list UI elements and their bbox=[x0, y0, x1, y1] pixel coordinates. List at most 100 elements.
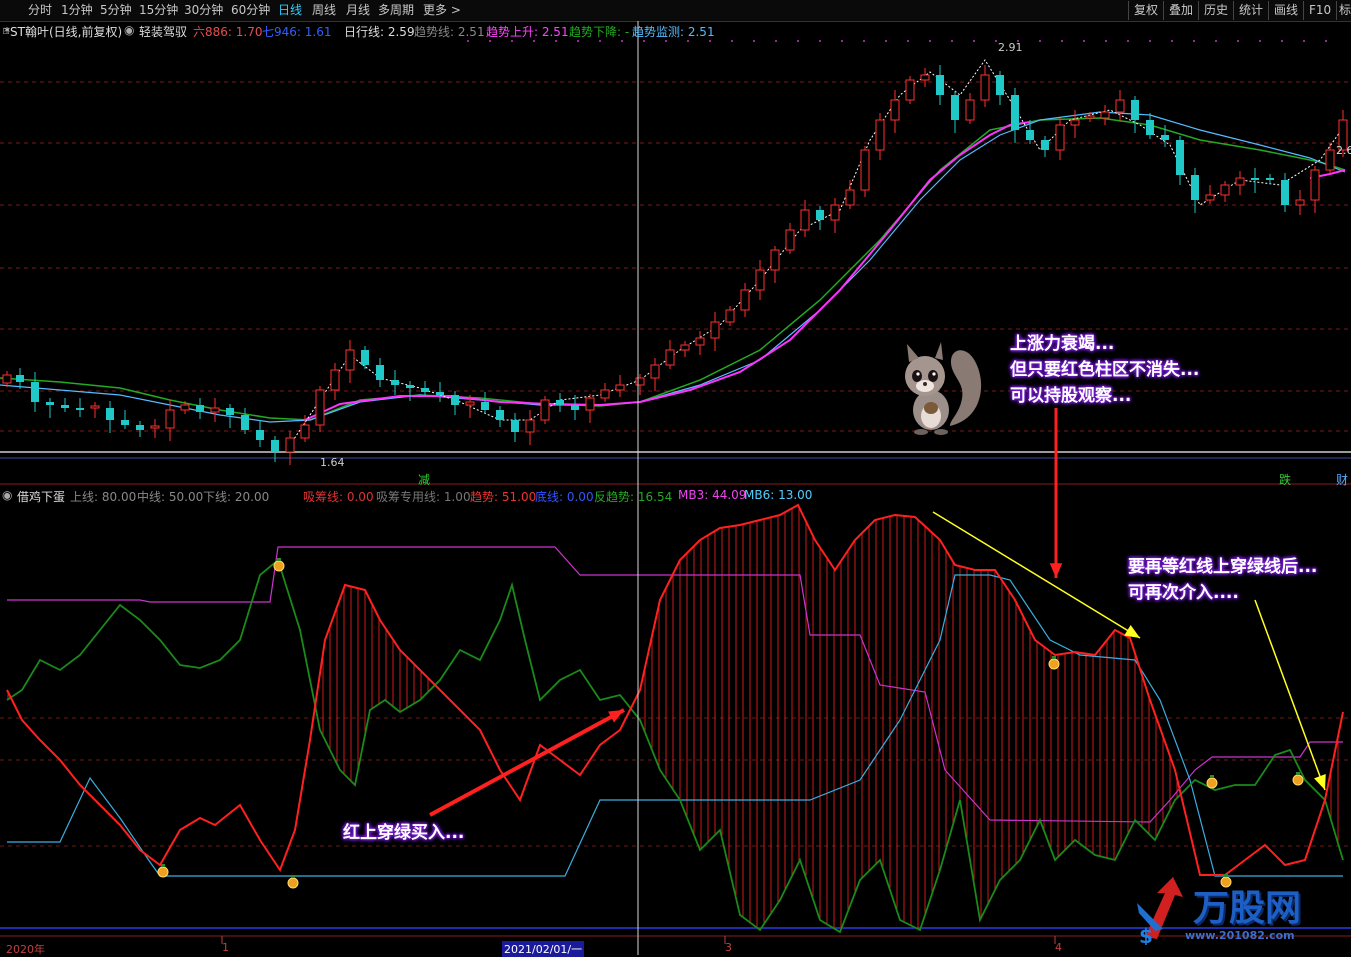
stock-title: *ST翰叶(日线,前复权) bbox=[4, 25, 123, 39]
sub-param: 中线: 50.00 bbox=[137, 490, 204, 504]
candle-body-down bbox=[376, 365, 384, 380]
signal-dot bbox=[1303, 40, 1305, 42]
ma-item: 趋势线: 2.51 bbox=[414, 25, 485, 39]
egg-stem bbox=[161, 864, 165, 867]
candle-body-up bbox=[980, 74, 990, 101]
candle-body-up bbox=[600, 389, 610, 399]
ma-item: 六886: 1.70 bbox=[193, 25, 263, 39]
ma-item: 趋势监测: 2.51 bbox=[632, 25, 715, 39]
candle-body-up bbox=[770, 249, 780, 271]
kline-chart-area[interactable] bbox=[0, 0, 1351, 955]
signal-dot bbox=[819, 40, 821, 42]
sub-indicator-name[interactable]: 借鸡下蛋 bbox=[17, 488, 65, 505]
candle-body-down bbox=[481, 402, 489, 410]
squirrel-icon bbox=[905, 342, 982, 435]
candle-body-up bbox=[845, 189, 855, 206]
sub-param: MB6: 13.00 bbox=[744, 488, 813, 502]
candle-body-down bbox=[31, 382, 39, 402]
candle-body-down bbox=[1011, 95, 1019, 130]
mb6-line bbox=[7, 574, 1343, 877]
signal-dot bbox=[1259, 40, 1261, 42]
candle-body-up bbox=[1100, 111, 1110, 119]
signal-dot bbox=[1105, 40, 1107, 42]
candle-body-down bbox=[76, 408, 84, 410]
candle-body-up bbox=[615, 384, 625, 391]
gold-egg-icon bbox=[157, 866, 169, 878]
signal-dot bbox=[1193, 40, 1195, 42]
sub-param: MB3: 44.09 bbox=[678, 488, 747, 502]
candle-body-down bbox=[1191, 175, 1199, 200]
candle-body-down bbox=[951, 95, 959, 120]
candle-body-down bbox=[256, 430, 264, 440]
candle-body-up bbox=[90, 405, 100, 409]
signal-dot bbox=[511, 40, 513, 42]
signal-dot bbox=[687, 40, 689, 42]
signal-dot bbox=[467, 40, 469, 42]
candle-body-up bbox=[2, 374, 12, 384]
time-axis-label: 1 bbox=[222, 941, 229, 954]
candle-body-down bbox=[1041, 140, 1049, 150]
candle-body-up bbox=[1205, 194, 1215, 201]
candle-body-up bbox=[635, 377, 645, 386]
signal-dot bbox=[533, 40, 535, 42]
candle-body-down bbox=[1176, 140, 1184, 175]
candle-body-up bbox=[785, 229, 795, 251]
candle-body-up bbox=[1310, 169, 1320, 201]
signal-dot bbox=[665, 40, 667, 42]
candle-body-down bbox=[391, 380, 399, 385]
reenter-arrow-head bbox=[1314, 774, 1326, 790]
candle-body-up bbox=[755, 269, 765, 291]
high-price-label: 2.91 bbox=[998, 41, 1023, 54]
candle-body-up bbox=[710, 321, 720, 339]
candle-body-up bbox=[740, 289, 750, 311]
candle-body-up bbox=[1055, 124, 1065, 151]
signal-dot bbox=[841, 40, 843, 42]
candle-body-up bbox=[540, 399, 550, 421]
candle-body-down bbox=[241, 415, 249, 430]
svg-text:$: $ bbox=[1139, 924, 1153, 945]
gold-egg-icon bbox=[1206, 777, 1218, 789]
indicator-toggle-icon[interactable]: ◉ bbox=[124, 23, 134, 37]
signal-dot bbox=[643, 40, 645, 42]
signal-dot bbox=[753, 40, 755, 42]
signal-dot bbox=[1171, 40, 1173, 42]
candle-body-down bbox=[1266, 178, 1274, 180]
sub-param: 下线: 20.00 bbox=[203, 490, 270, 504]
signal-dot bbox=[1149, 40, 1151, 42]
candle-body-down bbox=[136, 425, 144, 430]
candle-body-down bbox=[511, 420, 519, 432]
watermark-url: www.201082.com bbox=[1185, 929, 1295, 942]
watermark-logo: $ 万股网 www.201082.com bbox=[1135, 873, 1347, 945]
signal-dot bbox=[577, 40, 579, 42]
sub-indicator-toggle-icon[interactable]: ◉ bbox=[2, 488, 12, 502]
signal-dot bbox=[1127, 40, 1129, 42]
sub-param: 吸筹线: 0.00 bbox=[303, 490, 374, 504]
signal-dot bbox=[599, 40, 601, 42]
candle-body-up bbox=[585, 397, 595, 411]
candle-body-up bbox=[315, 389, 325, 426]
candle-body-down bbox=[106, 408, 114, 420]
candle-body-down bbox=[196, 405, 204, 412]
candle-body-down bbox=[1251, 178, 1259, 180]
signal-marker: 跌 bbox=[1279, 473, 1292, 487]
candle-body-up bbox=[1085, 115, 1095, 119]
signal-marker: 财 bbox=[1336, 473, 1349, 487]
egg-stem bbox=[277, 558, 281, 561]
candle-body-down bbox=[46, 402, 54, 405]
candle-body-down bbox=[936, 75, 944, 95]
candle-body-up bbox=[665, 349, 675, 366]
candle-body-up bbox=[1295, 199, 1305, 206]
candle-body-up bbox=[210, 407, 220, 413]
candle-body-down bbox=[421, 388, 429, 392]
hold-annotation-line: 上涨力衰竭... bbox=[1010, 334, 1115, 354]
signal-dot bbox=[907, 40, 909, 42]
candle-body-up bbox=[680, 344, 690, 351]
signal-dot bbox=[1237, 40, 1239, 42]
signal-dot bbox=[995, 40, 997, 42]
signal-marker: 减 bbox=[418, 473, 431, 487]
signal-dot bbox=[863, 40, 865, 42]
signal-dot bbox=[621, 40, 623, 42]
signal-dot bbox=[1061, 40, 1063, 42]
candle-body-up bbox=[1220, 184, 1230, 196]
main-indicator-name[interactable]: 轻装驾驭 bbox=[139, 23, 187, 40]
